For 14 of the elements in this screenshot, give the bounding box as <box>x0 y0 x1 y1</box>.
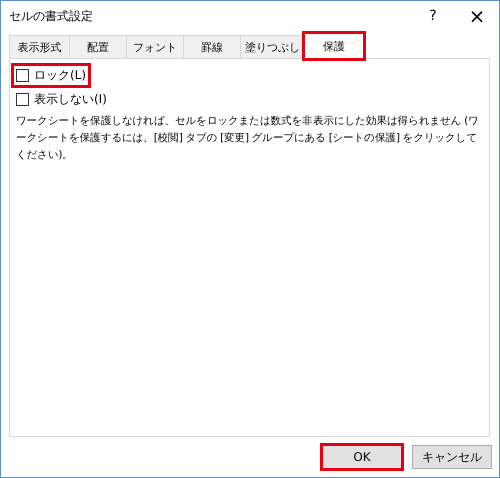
close-button[interactable]: × <box>455 1 499 31</box>
tab[interactable]: 保護 <box>304 33 364 59</box>
dialog-button[interactable]: OK <box>322 445 402 469</box>
tab[interactable]: 配置 <box>69 35 127 58</box>
tab[interactable]: フォント <box>126 35 184 58</box>
tab[interactable]: 塗りつぶし <box>240 35 305 58</box>
window-title: セルの書式設定 <box>9 8 94 24</box>
tab[interactable]: 表示形式 <box>9 35 70 58</box>
help-button[interactable]: ? <box>411 1 455 31</box>
description-text: ワークシートを保護しなければ、セルをロックまたは数式を非表示にした効果は得られません (ワークシートを保護するには、[校閲] タブの [変更] グループにある [シートの保護] をクリックしてください)。 <box>16 114 480 163</box>
dialog-button[interactable]: キャンセル <box>412 445 492 469</box>
checkbox-option[interactable]: 表示しない(I) <box>13 89 110 110</box>
checkbox-option[interactable]: ロック(L) <box>13 65 90 86</box>
tab[interactable]: 罫線 <box>183 35 241 58</box>
